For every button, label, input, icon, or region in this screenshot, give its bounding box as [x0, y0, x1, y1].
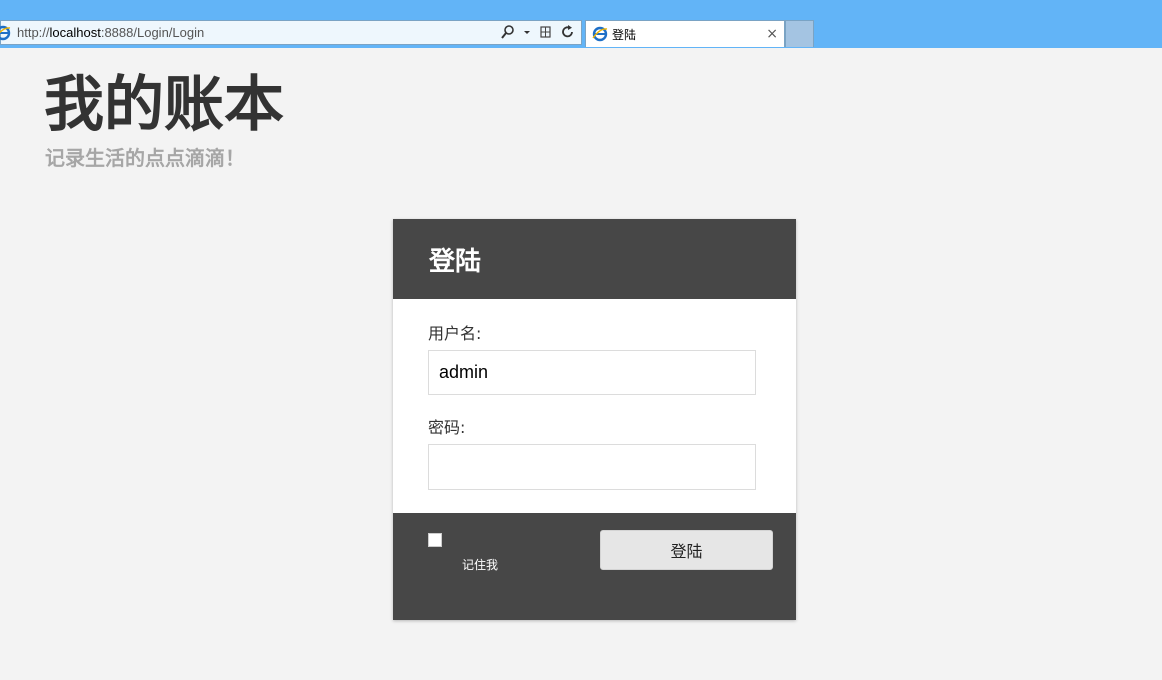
url-text[interactable]: http://localhost:8888/Login/Login	[17, 25, 204, 40]
login-button[interactable]: 登陆	[600, 530, 773, 570]
login-panel: 登陆 用户名: 密码: 记住我 登陆	[393, 219, 796, 620]
address-bar[interactable]: http://localhost:8888/Login/Login	[0, 20, 582, 45]
new-tab-button[interactable]	[785, 20, 814, 47]
login-panel-footer: 记住我 登陆	[393, 513, 796, 620]
compat-view-icon[interactable]	[539, 24, 553, 40]
dropdown-arrow-icon[interactable]	[523, 24, 531, 40]
ie-logo-icon	[0, 25, 11, 41]
address-tools	[501, 24, 575, 40]
username-input[interactable]	[428, 350, 756, 395]
password-label: 密码:	[428, 418, 466, 437]
username-label: 用户名:	[428, 324, 482, 343]
site-subtitle: 记录生活的点点滴滴！	[45, 146, 245, 170]
browser-chrome: http://localhost:8888/Login/Login 登陆 ×	[0, 0, 1162, 48]
tab-login[interactable]: 登陆 ×	[585, 20, 785, 47]
refresh-icon[interactable]	[561, 24, 575, 40]
tab-title: 登陆	[612, 27, 637, 42]
close-icon[interactable]: ×	[766, 26, 778, 42]
login-panel-header: 登陆	[393, 219, 796, 299]
ie-logo-icon	[592, 26, 608, 42]
login-heading: 登陆	[429, 246, 482, 277]
password-input[interactable]	[428, 444, 756, 490]
search-icon[interactable]	[501, 24, 515, 40]
remember-me-label: 记住我	[462, 558, 499, 572]
site-title: 我的账本	[44, 70, 284, 140]
remember-me-checkbox[interactable]	[428, 533, 442, 547]
login-form: 用户名: 密码:	[393, 299, 796, 513]
